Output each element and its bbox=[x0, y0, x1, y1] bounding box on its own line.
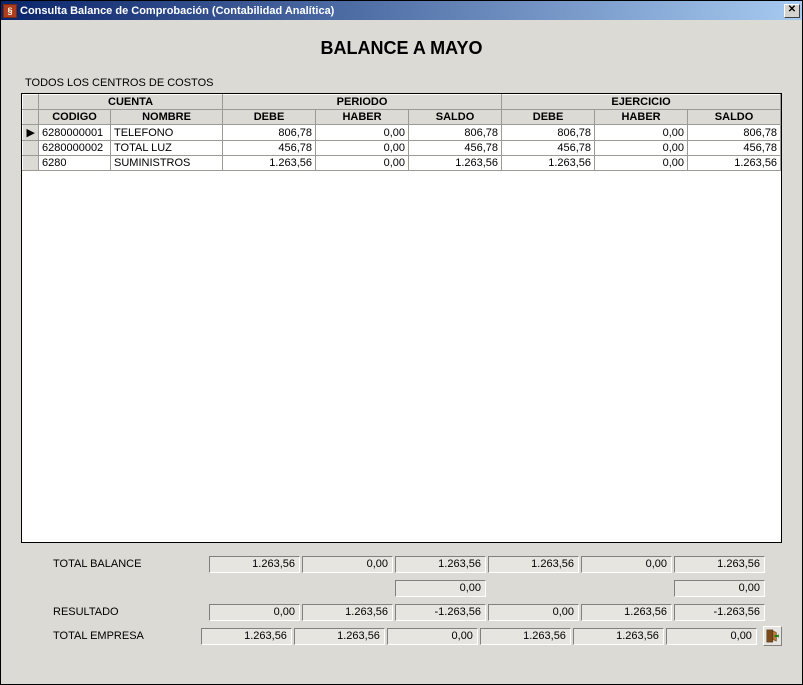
total-cell: 1.263,56 bbox=[480, 628, 571, 645]
window-frame: § Consulta Balance de Comprobación (Cont… bbox=[0, 0, 803, 685]
total-cell: 0,00 bbox=[488, 604, 579, 621]
row-indicator bbox=[23, 141, 39, 156]
cell-codigo: 6280000001 bbox=[39, 125, 111, 141]
total-balance-row: TOTAL BALANCE 1.263,56 0,00 1.263,56 1.2… bbox=[21, 555, 782, 573]
totals-area: TOTAL BALANCE 1.263,56 0,00 1.263,56 1.2… bbox=[21, 555, 782, 651]
cell-e-haber: 0,00 bbox=[595, 156, 688, 171]
table-row[interactable]: 6280SUMINISTROS1.263,560,001.263,561.263… bbox=[23, 156, 783, 171]
cell-e-saldo: 806,78 bbox=[688, 125, 781, 141]
cell-e-saldo: 1.263,56 bbox=[688, 156, 781, 171]
total-cell: 1.263,56 bbox=[395, 556, 486, 573]
total-cell: 0,00 bbox=[581, 556, 672, 573]
group-header-cuenta: CUENTA bbox=[39, 95, 223, 110]
total-cell: 0,00 bbox=[674, 580, 765, 597]
corner-cell bbox=[23, 110, 39, 125]
scroll-column bbox=[781, 95, 782, 125]
total-cell: 0,00 bbox=[395, 580, 486, 597]
app-icon: § bbox=[3, 4, 17, 18]
total-cell: 1.263,56 bbox=[302, 604, 393, 621]
cell-p-debe: 1.263,56 bbox=[223, 156, 316, 171]
col-p-saldo[interactable]: SALDO bbox=[409, 110, 502, 125]
col-codigo[interactable]: CODIGO bbox=[39, 110, 111, 125]
grid-header-groups: CUENTA PERIODO EJERCICIO bbox=[23, 95, 783, 110]
total-cell: 0,00 bbox=[666, 628, 757, 645]
row-indicator bbox=[23, 156, 39, 171]
total-cell: 1.263,56 bbox=[488, 556, 579, 573]
total-extra-row: 0,00 0,00 bbox=[21, 579, 782, 597]
total-empresa-row: TOTAL EMPRESA 1.263,56 1.263,56 0,00 1.2… bbox=[21, 627, 782, 645]
total-cell: -1.263,56 bbox=[674, 604, 765, 621]
col-p-debe[interactable]: DEBE bbox=[223, 110, 316, 125]
cell-e-debe: 806,78 bbox=[502, 125, 595, 141]
total-cell: 0,00 bbox=[302, 556, 393, 573]
cell-codigo: 6280000002 bbox=[39, 141, 111, 156]
group-header-periodo: PERIODO bbox=[223, 95, 502, 110]
cell-p-debe: 456,78 bbox=[223, 141, 316, 156]
cell-p-debe: 806,78 bbox=[223, 125, 316, 141]
main-title: BALANCE A MAYO bbox=[11, 38, 792, 59]
balance-grid[interactable]: CUENTA PERIODO EJERCICIO CODIGO NOMBRE D… bbox=[22, 94, 782, 171]
cell-e-debe: 1.263,56 bbox=[502, 156, 595, 171]
total-cell: 0,00 bbox=[209, 604, 300, 621]
titlebar: § Consulta Balance de Comprobación (Cont… bbox=[1, 1, 802, 20]
table-row[interactable]: 6280000002TOTAL LUZ456,780,00456,78456,7… bbox=[23, 141, 783, 156]
cell-e-saldo: 456,78 bbox=[688, 141, 781, 156]
total-cell: 1.263,56 bbox=[209, 556, 300, 573]
corner-cell bbox=[23, 95, 39, 110]
cell-p-haber: 0,00 bbox=[316, 141, 409, 156]
total-cell: 1.263,56 bbox=[201, 628, 292, 645]
col-e-saldo[interactable]: SALDO bbox=[688, 110, 781, 125]
cell-p-saldo: 1.263,56 bbox=[409, 156, 502, 171]
cell-e-debe: 456,78 bbox=[502, 141, 595, 156]
total-balance-label: TOTAL BALANCE bbox=[21, 558, 209, 570]
cell-codigo: 6280 bbox=[39, 156, 111, 171]
table-row[interactable]: ▶6280000001TELEFONO806,780,00806,78806,7… bbox=[23, 125, 783, 141]
grid-container: CUENTA PERIODO EJERCICIO CODIGO NOMBRE D… bbox=[21, 93, 782, 543]
cell-nombre: SUMINISTROS bbox=[111, 156, 223, 171]
row-indicator: ▶ bbox=[23, 125, 39, 141]
grid-header-columns: CODIGO NOMBRE DEBE HABER SALDO DEBE HABE… bbox=[23, 110, 783, 125]
cell-p-haber: 0,00 bbox=[316, 156, 409, 171]
cell-nombre: TELEFONO bbox=[111, 125, 223, 141]
col-e-haber[interactable]: HABER bbox=[595, 110, 688, 125]
total-empresa-label: TOTAL EMPRESA bbox=[21, 630, 201, 642]
window-title: Consulta Balance de Comprobación (Contab… bbox=[20, 5, 784, 17]
resultado-label: RESULTADO bbox=[21, 606, 209, 618]
total-cell: 1.263,56 bbox=[294, 628, 385, 645]
cell-nombre: TOTAL LUZ bbox=[111, 141, 223, 156]
client-area: BALANCE A MAYO TODOS LOS CENTROS DE COST… bbox=[1, 20, 802, 684]
resultado-row: RESULTADO 0,00 1.263,56 -1.263,56 0,00 1… bbox=[21, 603, 782, 621]
cell-p-saldo: 456,78 bbox=[409, 141, 502, 156]
col-p-haber[interactable]: HABER bbox=[316, 110, 409, 125]
total-cell: 1.263,56 bbox=[674, 556, 765, 573]
total-cell: 1.263,56 bbox=[573, 628, 664, 645]
total-cell: 1.263,56 bbox=[581, 604, 672, 621]
exit-button[interactable] bbox=[763, 626, 782, 646]
door-exit-icon bbox=[765, 629, 779, 643]
cell-e-haber: 0,00 bbox=[595, 141, 688, 156]
col-e-debe[interactable]: DEBE bbox=[502, 110, 595, 125]
cell-p-haber: 0,00 bbox=[316, 125, 409, 141]
total-cell: -1.263,56 bbox=[395, 604, 486, 621]
col-nombre[interactable]: NOMBRE bbox=[111, 110, 223, 125]
subtitle: TODOS LOS CENTROS DE COSTOS bbox=[25, 77, 792, 89]
cell-p-saldo: 806,78 bbox=[409, 125, 502, 141]
total-cell: 0,00 bbox=[387, 628, 478, 645]
group-header-ejercicio: EJERCICIO bbox=[502, 95, 781, 110]
close-button[interactable]: ✕ bbox=[784, 4, 800, 18]
cell-e-haber: 0,00 bbox=[595, 125, 688, 141]
